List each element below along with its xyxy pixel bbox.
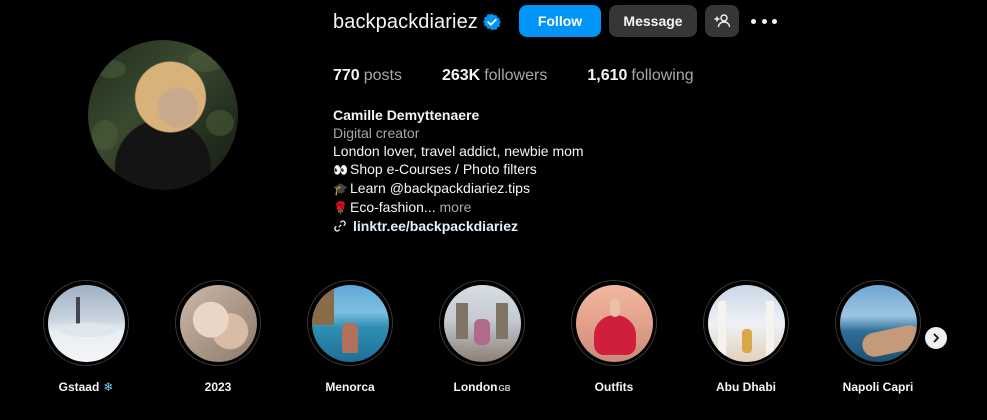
highlights-next-button[interactable] <box>925 327 947 349</box>
profile-bio: Camille Demyttenaere Digital creator Lon… <box>333 106 584 235</box>
highlight-label: Napoli Capri <box>834 379 922 395</box>
posts-count: 770 <box>333 67 360 84</box>
highlight-item[interactable]: Gstaad ❄ <box>42 280 130 395</box>
full-name: Camille Demyttenaere <box>333 107 480 123</box>
posts-stat: 770 posts <box>333 66 402 86</box>
cover-detail <box>311 284 334 325</box>
highlight-ring <box>175 280 261 366</box>
gb-flag-icon: GB <box>498 384 511 393</box>
highlight-label: Abu Dhabi <box>702 379 790 395</box>
bio-line-text: Learn @backpackdiariez.tips <box>350 180 530 196</box>
link-icon <box>334 220 346 232</box>
suggested-accounts-button[interactable] <box>705 5 739 37</box>
bio-external-link[interactable]: linktr.ee/backpackdiariez <box>333 217 584 235</box>
verified-badge-icon <box>483 13 501 31</box>
profile-avatar[interactable] <box>88 40 238 190</box>
more-options-button[interactable] <box>751 10 777 32</box>
bio-more-link[interactable]: more <box>440 199 472 215</box>
highlight-ring <box>439 280 525 366</box>
rose-emoji-icon: 🌹 <box>333 201 348 215</box>
cover-detail <box>455 302 468 339</box>
cover-detail <box>341 322 358 353</box>
snowflake-icon: ❄ <box>103 380 114 394</box>
dot <box>772 18 777 24</box>
highlight-label-text: Gstaad <box>58 380 100 394</box>
highlight-cover-image <box>443 284 521 362</box>
cover-detail <box>765 300 774 357</box>
highlight-cover-image <box>311 284 389 362</box>
highlight-ring <box>835 280 921 366</box>
posts-label: posts <box>363 67 402 84</box>
cover-detail <box>741 328 752 353</box>
followers-count: 263K <box>441 67 481 84</box>
cover-detail <box>495 302 508 339</box>
cover-detail <box>57 322 118 337</box>
highlight-label: Menorca <box>306 379 394 395</box>
cover-detail <box>75 296 80 327</box>
following-label: following <box>631 67 694 84</box>
highlight-item[interactable]: 2023 <box>174 280 262 395</box>
cover-detail <box>593 314 636 355</box>
story-highlights: Gstaad ❄ 2023 Menorca LondonGB Outfits A… <box>43 280 964 400</box>
highlight-label: Gstaad ❄ <box>42 379 130 395</box>
cover-detail <box>473 318 490 345</box>
avatar-foliage <box>96 60 126 78</box>
category-label: Digital creator <box>333 125 420 141</box>
bio-line-text: Shop e-Courses / Photo filters <box>350 161 537 177</box>
highlight-label: Outfits <box>570 379 658 395</box>
highlight-item[interactable]: Napoli Capri <box>834 280 922 395</box>
dot <box>761 18 767 24</box>
highlight-item[interactable]: Menorca <box>306 280 394 395</box>
bio-line: London lover, travel addict, newbie mom <box>333 143 584 159</box>
highlight-label-text: Menorca <box>325 380 375 394</box>
highlight-cover-image <box>179 284 257 362</box>
cover-detail <box>717 300 726 357</box>
avatar-foliage <box>206 110 234 136</box>
highlight-label-text: Outfits <box>594 380 634 394</box>
highlight-label: 2023 <box>174 379 262 395</box>
highlight-label-text: London <box>453 380 498 394</box>
following-count: 1,610 <box>587 67 628 84</box>
highlight-label-text: 2023 <box>204 380 232 394</box>
highlight-cover-image <box>575 284 653 362</box>
bio-line: 🌹 Eco-fashion... more <box>333 198 584 217</box>
highlight-ring <box>571 280 657 366</box>
highlight-label: LondonGB <box>438 379 526 397</box>
followers-label: followers <box>484 67 548 84</box>
cover-detail <box>859 322 917 359</box>
avatar-foliage <box>92 120 118 150</box>
highlight-ring <box>703 280 789 366</box>
bio-line: 👀 Shop e-Courses / Photo filters <box>333 160 584 179</box>
highlight-item[interactable]: Abu Dhabi <box>702 280 790 395</box>
highlight-ring <box>43 280 129 366</box>
chevron-right-icon <box>933 333 939 343</box>
highlight-cover-image <box>839 284 917 362</box>
following-stat[interactable]: 1,610 following <box>587 66 693 86</box>
bio-line: 🎓 Learn @backpackdiariez.tips <box>333 179 584 198</box>
profile-stats: 770 posts 263K followers 1,610 following <box>333 66 734 86</box>
graduation-cap-emoji-icon: 🎓 <box>333 182 348 196</box>
highlight-cover-image <box>707 284 785 362</box>
highlight-label-text: Napoli Capri <box>842 380 914 394</box>
profile-page: backpackdiariez Follow Message 770 posts … <box>0 0 987 420</box>
highlight-item[interactable]: Outfits <box>570 280 658 395</box>
eyes-emoji-icon: 👀 <box>333 163 348 177</box>
person-plus-icon <box>714 14 730 28</box>
dot <box>751 18 756 24</box>
followers-stat[interactable]: 263K followers <box>442 66 547 86</box>
follow-button[interactable]: Follow <box>519 5 601 37</box>
highlight-cover-image <box>47 284 125 362</box>
message-button[interactable]: Message <box>609 5 697 37</box>
highlight-ring <box>307 280 393 366</box>
highlight-item[interactable]: LondonGB <box>438 280 526 397</box>
avatar-foliage <box>188 50 224 72</box>
highlight-label-text: Abu Dhabi <box>716 380 776 394</box>
bio-link-text: linktr.ee/backpackdiariez <box>353 218 518 234</box>
profile-username: backpackdiariez <box>333 11 478 33</box>
bio-line-text: Eco-fashion... <box>350 199 436 215</box>
cover-detail <box>609 298 620 317</box>
